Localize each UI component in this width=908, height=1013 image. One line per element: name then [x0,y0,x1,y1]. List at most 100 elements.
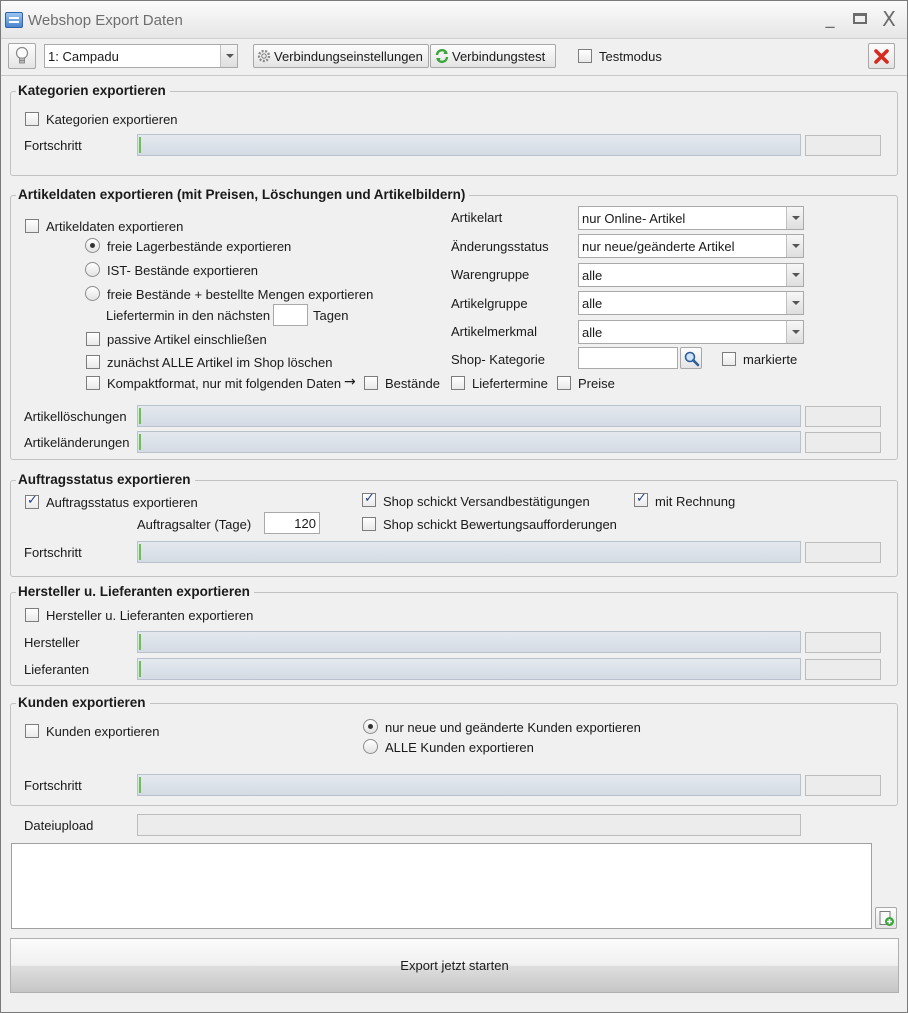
article-group-label: Artikelgruppe [451,296,528,311]
customers-progress-bar [137,774,801,796]
new-changed-customers-label: nur neue und geänderte Kunden exportiere… [385,720,641,735]
export-customers-checkbox[interactable] [25,724,39,738]
with-invoice-label: mit Rechnung [655,494,736,509]
articles-title: Artikeldaten exportieren (mit Preisen, L… [16,187,470,202]
delivery-days-input[interactable] [273,304,308,326]
file-upload-label: Dateiupload [24,818,94,833]
marked-checkbox[interactable] [722,352,736,366]
customers-title: Kunden exportieren [16,695,150,710]
compact-arrow-icon: → [344,374,356,390]
connection-test-label: Verbindungstest [452,49,546,64]
delivery-days-prefix: Liefertermin in den nächsten [106,308,271,323]
article-deletions-label: Artikellöschungen [24,409,127,424]
orders-progress-bar [137,541,801,563]
close-icon [874,49,889,64]
chevron-down-icon[interactable] [786,321,803,343]
chevron-down-icon[interactable] [786,264,803,286]
article-changes-count-box [805,432,881,453]
free-stock-radio[interactable] [85,238,100,253]
supplier-progress-label: Lieferanten [24,662,90,677]
shop-select-value: 1: Campadu [48,49,119,64]
connection-test-button[interactable]: Verbindungstest [430,44,556,68]
export-orders-label: Auftragsstatus exportieren [46,495,198,510]
passive-articles-checkbox[interactable] [86,332,100,346]
compact-format-checkbox[interactable] [86,376,100,390]
minimize-icon[interactable]: _ [820,9,840,29]
log-textarea[interactable] [11,843,872,929]
hint-button[interactable] [8,43,36,69]
actual-stock-label: IST- Bestände exportieren [107,263,259,278]
all-customers-radio[interactable] [363,739,378,754]
customers-progress-label: Fortschritt [24,778,82,793]
all-customers-label: ALLE Kunden exportieren [385,740,534,755]
customers-count-box [805,775,881,796]
product-group-select[interactable]: alle [578,263,804,287]
export-window: Webshop Export Daten _ X 1: Campadu Verb… [0,0,908,1013]
article-type-label: Artikelart [451,210,503,225]
stock-checkbox[interactable] [364,376,378,390]
article-type-select[interactable]: nur Online- Artikel [578,206,804,230]
review-request-checkbox[interactable] [362,517,376,531]
window-title: Webshop Export Daten [28,12,183,29]
with-invoice-checkbox[interactable] [634,491,648,507]
order-age-input[interactable]: 120 [264,512,320,534]
test-mode-label: Testmodus [599,49,662,64]
manufacturer-progress-label: Hersteller [24,635,80,650]
app-icon [5,12,23,28]
supplier-progress-bar [137,658,801,680]
free-stock-label: freie Lagerbestände exportieren [107,239,292,254]
manufacturer-count-box [805,632,881,653]
export-customers-label: Kunden exportieren [46,724,160,739]
categories-progress-label: Fortschritt [24,138,82,153]
actual-stock-radio[interactable] [85,262,100,277]
search-icon [684,351,700,367]
add-log-button[interactable] [875,907,897,929]
marked-label: markierte [743,352,798,367]
order-age-value: 120 [294,516,316,531]
free-plus-ordered-radio[interactable] [85,286,100,301]
article-feature-select[interactable]: alle [578,320,804,344]
chevron-down-icon[interactable] [786,235,803,257]
connection-settings-button[interactable]: Verbindungseinstellungen [253,44,429,68]
categories-title: Kategorien exportieren [16,83,170,98]
shop-select[interactable]: 1: Campadu [44,44,238,68]
export-articles-checkbox[interactable] [25,219,39,233]
maximize-icon[interactable] [850,9,870,29]
article-changes-progress-bar [137,431,801,453]
start-export-button[interactable]: Export jetzt starten [10,938,899,993]
orders-count-box [805,542,881,563]
shipping-confirmation-label: Shop schickt Versandbestätigungen [383,494,590,509]
chevron-down-icon[interactable] [786,207,803,229]
stock-label: Bestände [385,376,440,391]
article-deletions-progress-bar [137,405,801,427]
change-status-label: Änderungsstatus [451,239,549,254]
delivery-days-suffix: Tagen [313,308,349,323]
shop-category-input[interactable] [578,347,678,369]
close-button[interactable] [868,43,895,69]
compact-format-label: Kompaktformat, nur mit folgenden Daten [107,376,342,391]
shipping-confirmation-checkbox[interactable] [362,491,376,507]
change-status-select[interactable]: nur neue/geänderte Artikel [578,234,804,258]
delivery-dates-checkbox[interactable] [451,376,465,390]
article-group-select[interactable]: alle [578,291,804,315]
test-mode-checkbox[interactable] [578,49,592,63]
free-plus-ordered-label: freie Bestände + bestellte Mengen export… [107,287,374,302]
prices-checkbox[interactable] [557,376,571,390]
categories-count-box [805,135,881,156]
shop-category-search-button[interactable] [680,347,702,369]
export-manufacturers-checkbox[interactable] [25,608,39,622]
product-group-label: Warengruppe [451,267,530,282]
manufacturers-title: Hersteller u. Lieferanten exportieren [16,584,254,599]
export-orders-checkbox[interactable] [25,493,39,509]
close-window-icon[interactable]: X [879,9,899,29]
new-changed-customers-radio[interactable] [363,719,378,734]
orders-title: Auftragsstatus exportieren [16,472,195,487]
chevron-down-icon[interactable] [220,45,237,67]
toolbar: 1: Campadu Verbindungseinstellungen Verb… [1,40,907,76]
categories-progress-bar [137,134,801,156]
export-categories-checkbox[interactable] [25,112,39,126]
delivery-dates-label: Liefertermine [472,376,548,391]
delete-all-checkbox[interactable] [86,355,100,369]
chevron-down-icon[interactable] [786,292,803,314]
passive-articles-label: passive Artikel einschließen [107,332,267,347]
